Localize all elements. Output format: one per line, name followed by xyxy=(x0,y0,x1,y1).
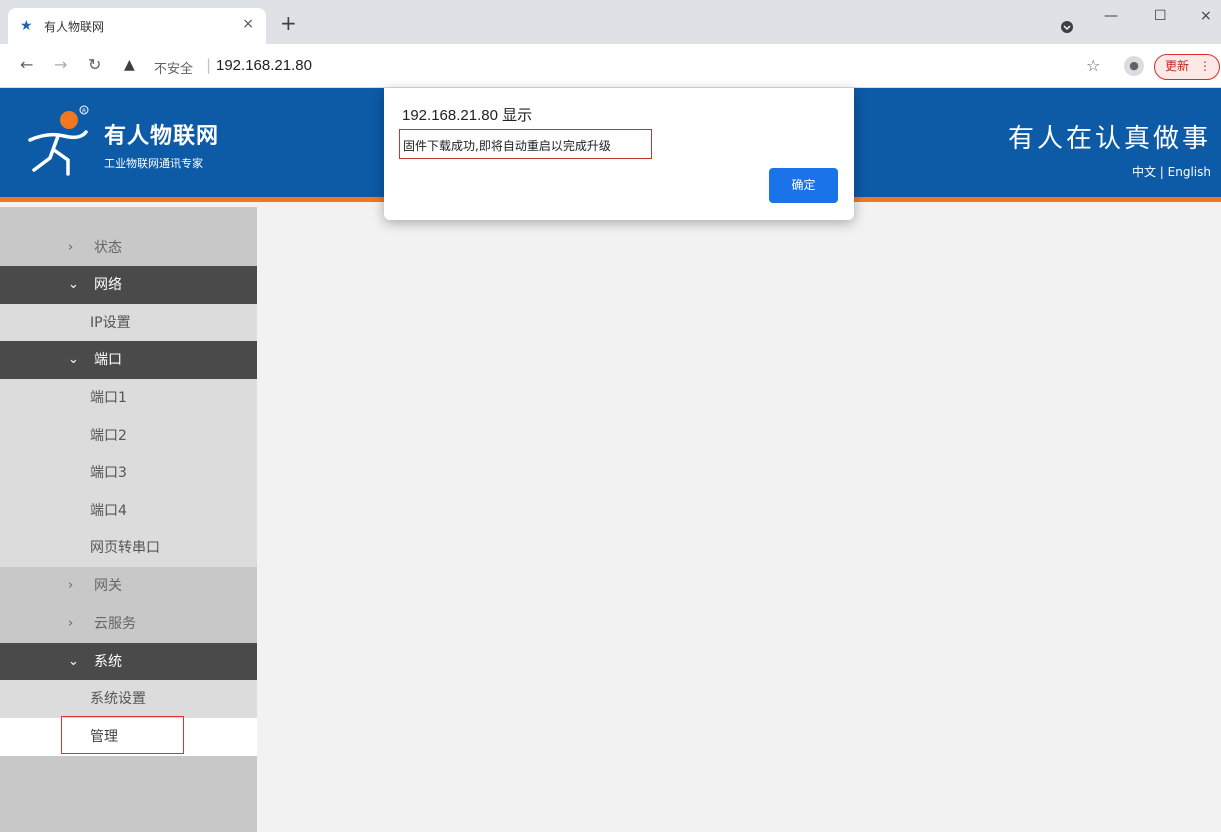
maximize-icon[interactable]: ☐ xyxy=(1154,8,1167,24)
browser-tab-bar: ★ 有人物联网 × + — ☐ × xyxy=(0,0,1221,44)
update-label: 更新 xyxy=(1165,59,1190,73)
address-bar[interactable]: ▲ 不安全 | 192.168.21.80 xyxy=(118,51,1128,81)
sidebar-item-label: 端口 xyxy=(94,352,122,368)
reload-icon[interactable]: ↻ xyxy=(88,56,101,74)
sidebar-item-ip-settings[interactable]: IP设置 xyxy=(0,304,257,342)
lang-separator: | xyxy=(1159,165,1164,179)
brand-subtitle: 工业物联网通讯专家 xyxy=(104,157,203,170)
sidebar-item-port[interactable]: ⌄ 端口 xyxy=(0,341,257,379)
chevron-right-icon: › xyxy=(68,616,74,631)
sidebar-item-port4[interactable]: 端口4 xyxy=(0,492,257,530)
ok-button[interactable]: 确定 xyxy=(769,168,838,203)
sidebar-item-web-to-serial[interactable]: 网页转串口 xyxy=(0,529,257,567)
chevron-down-icon: ⌄ xyxy=(68,352,79,367)
bookmark-star-icon[interactable]: ☆ xyxy=(1086,56,1100,75)
minimize-icon[interactable]: — xyxy=(1104,8,1118,24)
lang-en-link[interactable]: English xyxy=(1168,165,1211,179)
sidebar-item-status[interactable]: › 状态 xyxy=(0,229,257,267)
warning-icon[interactable]: ▲ xyxy=(124,57,135,73)
site-favicon-icon: ★ xyxy=(20,18,33,34)
tab-search-icon[interactable] xyxy=(1060,20,1074,34)
tab-title: 有人物联网 xyxy=(44,20,105,34)
sidebar-item-label: 网络 xyxy=(94,277,122,293)
omnibox-separator: | xyxy=(206,56,212,74)
sidebar-item-cloud-service[interactable]: › 云服务 xyxy=(0,605,257,643)
forward-arrow-icon[interactable]: → xyxy=(54,56,67,74)
update-button[interactable]: 更新 ⋮ xyxy=(1154,54,1220,80)
chevron-right-icon: › xyxy=(68,578,74,593)
chevron-down-icon: ⌄ xyxy=(68,277,79,292)
sidebar-item-label: 网关 xyxy=(94,578,122,594)
browser-tab[interactable]: ★ 有人物联网 × xyxy=(8,8,266,44)
annotation-highlight-box xyxy=(61,716,184,754)
alert-dialog: 192.168.21.80 显示 固件下载成功,即将自动重启以完成升级 确定 xyxy=(384,88,854,220)
chevron-right-icon: › xyxy=(68,240,74,255)
url-text[interactable]: 192.168.21.80 xyxy=(216,57,312,74)
dialog-title: 192.168.21.80 显示 xyxy=(402,107,533,124)
sidebar-item-network[interactable]: ⌄ 网络 xyxy=(0,266,257,304)
language-switcher: 中文 | English xyxy=(1132,163,1211,180)
tab-close-icon[interactable]: × xyxy=(242,16,254,32)
browser-toolbar: ← → ↻ ▲ 不安全 | 192.168.21.80 ☆ ● 更新 ⋮ xyxy=(0,44,1221,88)
sidebar-item-port2[interactable]: 端口2 xyxy=(0,417,257,455)
chevron-down-icon: ⌄ xyxy=(68,654,79,669)
sidebar-item-label: 状态 xyxy=(94,240,122,256)
sidebar-item-system-settings[interactable]: 系统设置 xyxy=(0,680,257,718)
sidebar-item-port3[interactable]: 端口3 xyxy=(0,454,257,492)
company-logo-icon: R xyxy=(28,105,89,176)
lang-zh-link[interactable]: 中文 xyxy=(1132,165,1156,179)
sidebar-item-label: 系统 xyxy=(94,654,122,670)
sidebar-item-label: 云服务 xyxy=(94,616,136,632)
back-arrow-icon[interactable]: ← xyxy=(20,56,33,74)
slogan: 有人在认真做事 xyxy=(1007,124,1211,154)
svg-text:R: R xyxy=(82,108,86,115)
window-close-icon[interactable]: × xyxy=(1200,8,1212,24)
profile-avatar-icon[interactable]: ● xyxy=(1124,56,1144,76)
sidebar-item-gateway[interactable]: › 网关 xyxy=(0,567,257,605)
security-label[interactable]: 不安全 xyxy=(154,58,193,77)
sidebar-item-port1[interactable]: 端口1 xyxy=(0,379,257,417)
brand-name: 有人物联网 xyxy=(104,124,220,149)
new-tab-button[interactable]: + xyxy=(280,13,297,33)
dialog-message: 固件下载成功,即将自动重启以完成升级 xyxy=(403,139,611,153)
menu-dots-icon[interactable]: ⋮ xyxy=(1199,55,1211,78)
sidebar-item-system[interactable]: ⌄ 系统 xyxy=(0,643,257,681)
